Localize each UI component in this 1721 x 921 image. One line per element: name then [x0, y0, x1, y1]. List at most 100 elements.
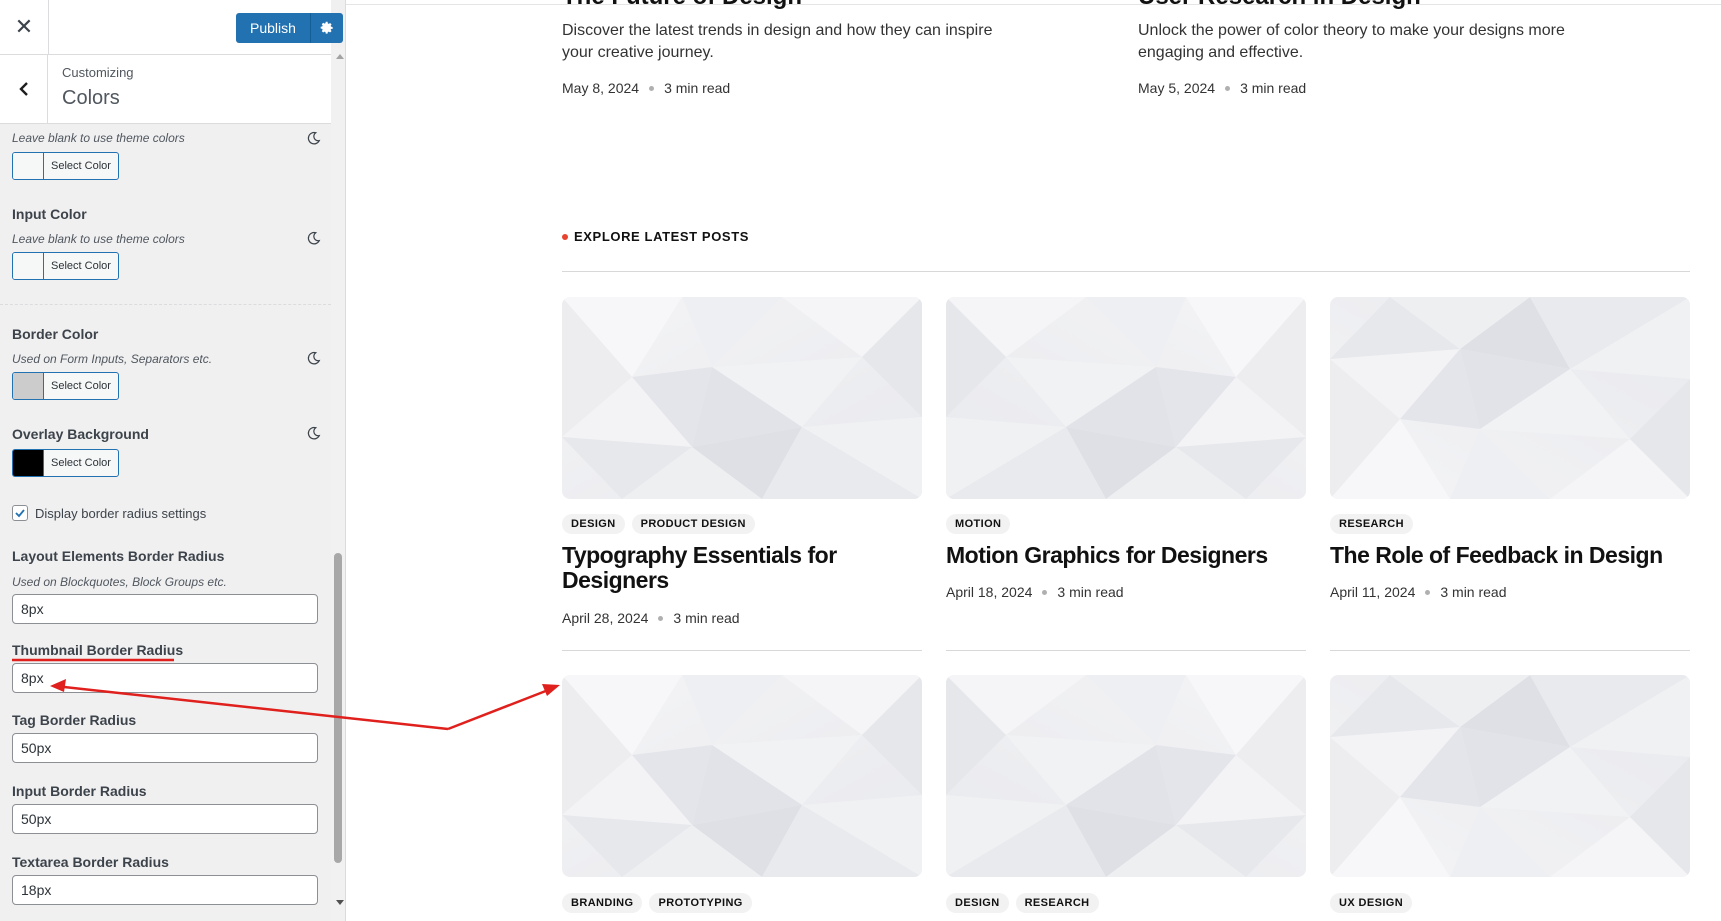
tag[interactable]: PRODUCT DESIGN: [631, 514, 755, 534]
post-meta: April 11, 2024 3 min read: [1330, 584, 1507, 600]
post-tags: DESIGN RESEARCH: [946, 893, 1099, 913]
checkmark-icon: [15, 509, 25, 518]
thumbnail-radius-title: Thumbnail Border Radius: [12, 642, 184, 658]
read-time: 3 min read: [673, 610, 740, 626]
top-post-title[interactable]: User Research in Design: [1138, 0, 1421, 11]
separator: [562, 650, 922, 651]
post-title[interactable]: Motion Graphics for Designers: [946, 543, 1306, 568]
scroll-up-arrow-icon[interactable]: [336, 54, 344, 59]
post-title[interactable]: Typography Essentials for Designers: [562, 543, 922, 593]
publish-group: Publish: [236, 13, 343, 43]
tag[interactable]: UX DESIGN: [1330, 893, 1413, 913]
background-color-desc: Leave blank to use theme colors: [12, 131, 185, 145]
dark-mode-moon-icon[interactable]: [307, 131, 321, 145]
preview-top-border: [346, 4, 1721, 5]
post-tags: UX DESIGN: [1330, 893, 1413, 913]
post-thumbnail[interactable]: [1330, 675, 1690, 877]
select-color-label: Select Color: [51, 160, 111, 172]
read-time: 3 min read: [1240, 80, 1307, 96]
color-swatch: [13, 373, 44, 399]
read-time: 3 min read: [664, 80, 731, 96]
color-swatch: [13, 253, 44, 279]
post-thumbnail[interactable]: [1330, 297, 1690, 499]
layout-radius-title: Layout Elements Border Radius: [12, 548, 225, 564]
post-date: April 18, 2024: [946, 584, 1033, 600]
border-radius-checkbox[interactable]: [12, 505, 28, 521]
dark-mode-moon-icon[interactable]: [307, 231, 321, 245]
textarea-radius-input[interactable]: 18px: [12, 875, 318, 905]
separator: [562, 271, 1690, 272]
tag-radius-input[interactable]: 50px: [12, 733, 318, 763]
overlay-background-title: Overlay Background: [12, 426, 149, 442]
tag[interactable]: RESEARCH: [1015, 893, 1099, 913]
customizer-topbar: ✕ Publish: [0, 0, 343, 55]
read-time: 3 min read: [1440, 584, 1507, 600]
input-radius-input[interactable]: 50px: [12, 804, 318, 834]
publish-settings-button[interactable]: [309, 13, 343, 43]
border-color-desc: Used on Form Inputs, Separators etc.: [12, 352, 213, 366]
dark-mode-moon-icon[interactable]: [307, 351, 321, 365]
top-post-meta: May 8, 2024 3 min read: [562, 80, 730, 96]
close-icon: ✕: [14, 14, 34, 39]
post-date: April 11, 2024: [1330, 584, 1416, 600]
select-color-button[interactable]: Select Color: [12, 152, 119, 180]
post-tags: MOTION: [946, 514, 1011, 534]
separator: [0, 304, 331, 305]
tag[interactable]: DESIGN: [562, 514, 625, 534]
thumbnail-radius-input[interactable]: 8px: [12, 663, 318, 693]
border-color-select-button[interactable]: Select Color: [12, 372, 119, 400]
dark-mode-moon-icon[interactable]: [307, 426, 321, 440]
publish-button[interactable]: Publish: [236, 13, 310, 43]
top-post-excerpt: Discover the latest trends in design and…: [562, 22, 993, 61]
select-color-label: Select Color: [51, 260, 111, 272]
customizer-sidebar: ✕ Publish Customizing Colors Leave blank…: [0, 0, 346, 921]
explore-heading-label: EXPLORE LATEST POSTS: [574, 229, 750, 244]
post-date: April 28, 2024: [562, 610, 649, 626]
post-tags: BRANDING PROTOTYPING: [562, 893, 752, 913]
layout-radius-desc: Used on Blockquotes, Block Groups etc.: [12, 575, 227, 589]
meta-dot: [1225, 85, 1231, 91]
meta-dot: [1425, 589, 1431, 595]
meta-dot: [649, 85, 655, 91]
controls-panel: Leave blank to use theme colors Select C…: [0, 124, 331, 921]
scrollbar-thumb[interactable]: [334, 553, 342, 863]
post-thumbnail[interactable]: [562, 675, 922, 877]
post-meta: April 18, 2024 3 min read: [946, 584, 1124, 600]
post-title[interactable]: The Role of Feedback in Design: [1330, 543, 1690, 568]
input-color-desc: Leave blank to use theme colors: [12, 232, 185, 246]
select-color-label: Select Color: [51, 380, 111, 392]
explore-heading: EXPLORE LATEST POSTS: [562, 229, 749, 244]
back-button[interactable]: [0, 55, 48, 123]
post-thumbnail[interactable]: [946, 297, 1306, 499]
overlay-color-select-button[interactable]: Select Color: [12, 449, 119, 477]
site-preview: The Future of Design Discover the latest…: [346, 0, 1721, 921]
accent-dot-icon: [562, 233, 568, 240]
meta-dot: [1042, 589, 1048, 595]
tag[interactable]: DESIGN: [946, 893, 1009, 913]
meta-dot: [658, 615, 664, 621]
textarea-radius-title: Textarea Border Radius: [12, 854, 169, 870]
post-tags: DESIGN PRODUCT DESIGN: [562, 514, 755, 534]
input-radius-title: Input Border Radius: [12, 783, 147, 799]
close-customizer-button[interactable]: ✕: [0, 0, 49, 54]
tag[interactable]: RESEARCH: [1330, 514, 1413, 534]
border-color-title: Border Color: [12, 326, 99, 342]
input-color-select-button[interactable]: Select Color: [12, 252, 119, 280]
scroll-down-arrow-icon[interactable]: [336, 900, 344, 905]
read-time: 3 min read: [1057, 584, 1124, 600]
separator: [1330, 650, 1690, 651]
layout-radius-input[interactable]: 8px: [12, 594, 318, 624]
gear-icon: [320, 21, 333, 34]
separator: [946, 650, 1306, 651]
top-post-excerpt: Unlock the power of color theory to make…: [1138, 22, 1565, 61]
post-thumbnail[interactable]: [562, 297, 922, 499]
post-thumbnail[interactable]: [946, 675, 1306, 877]
input-color-title: Input Color: [12, 206, 87, 222]
border-radius-checkbox-row: Display border radius settings: [12, 505, 206, 521]
top-post-meta: May 5, 2024 3 min read: [1138, 80, 1306, 96]
tag[interactable]: MOTION: [946, 514, 1011, 534]
tag[interactable]: PROTOTYPING: [649, 893, 752, 913]
tag[interactable]: BRANDING: [562, 893, 643, 913]
top-post-title[interactable]: The Future of Design: [562, 0, 802, 11]
post-date: May 5, 2024: [1138, 80, 1216, 96]
